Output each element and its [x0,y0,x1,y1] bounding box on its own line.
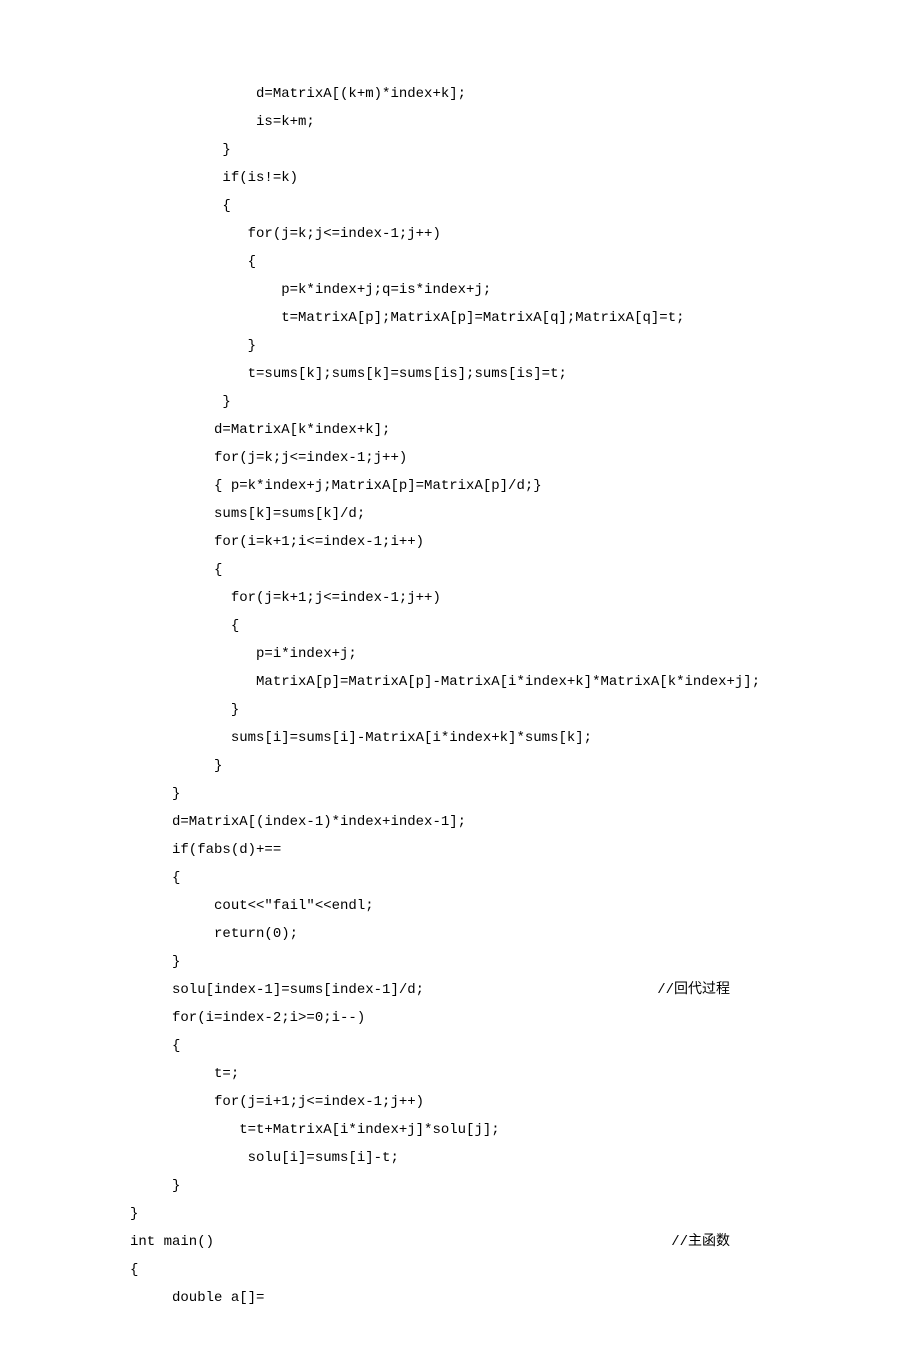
code-text: { [130,192,231,220]
code-line: if(fabs(d)+== [130,836,920,864]
code-line: p=i*index+j; [130,640,920,668]
code-text: { [130,556,222,584]
code-text: d=MatrixA[(index-1)*index+index-1]; [130,808,466,836]
code-line: for(j=k;j<=index-1;j++) [130,444,920,472]
code-line: int main() //主函数 [130,1228,920,1256]
code-line: for(i=index-2;i>=0;i--) [130,1004,920,1032]
code-line: for(j=i+1;j<=index-1;j++) [130,1088,920,1116]
code-line: { [130,248,920,276]
code-line: is=k+m; [130,108,920,136]
code-text: sums[i]=sums[i]-MatrixA[i*index+k]*sums[… [130,724,592,752]
code-text: t=sums[k];sums[k]=sums[is];sums[is]=t; [130,360,567,388]
code-text: } [130,388,231,416]
code-text: sums[k]=sums[k]/d; [130,500,365,528]
code-line: t=MatrixA[p];MatrixA[p]=MatrixA[q];Matri… [130,304,920,332]
code-text: MatrixA[p]=MatrixA[p]-MatrixA[i*index+k]… [130,668,760,696]
code-line: MatrixA[p]=MatrixA[p]-MatrixA[i*index+k]… [130,668,920,696]
code-line: if(is!=k) [130,164,920,192]
code-text: is=k+m; [130,108,315,136]
code-line: } [130,780,920,808]
code-text: } [130,136,231,164]
code-line: } [130,1172,920,1200]
code-text: t=t+MatrixA[i*index+j]*solu[j]; [130,1116,500,1144]
code-line: { [130,556,920,584]
code-line: return(0); [130,920,920,948]
code-line: d=MatrixA[(k+m)*index+k]; [130,80,920,108]
code-text: { [130,1032,180,1060]
code-text: p=k*index+j;q=is*index+j; [130,276,491,304]
code-text: { [130,612,239,640]
code-line: { [130,612,920,640]
code-text: for(j=i+1;j<=index-1;j++) [130,1088,424,1116]
code-text: for(j=k+1;j<=index-1;j++) [130,584,441,612]
code-line: sums[k]=sums[k]/d; [130,500,920,528]
code-line: { [130,1256,920,1284]
code-line: t=sums[k];sums[k]=sums[is];sums[is]=t; [130,360,920,388]
code-line: solu[i]=sums[i]-t; [130,1144,920,1172]
code-line: } [130,696,920,724]
code-line: } [130,388,920,416]
code-text: for(i=index-2;i>=0;i--) [130,1004,365,1032]
code-text: if(is!=k) [130,164,298,192]
code-text: t=; [130,1060,239,1088]
code-text: for(j=k;j<=index-1;j++) [130,444,407,472]
code-text: return(0); [130,920,298,948]
code-text: } [130,332,256,360]
code-line: } [130,752,920,780]
code-line: { [130,192,920,220]
code-text: if(fabs(d)+== [130,836,281,864]
code-line: double a[]= [130,1284,920,1312]
code-line: { p=k*index+j;MatrixA[p]=MatrixA[p]/d;} [130,472,920,500]
code-line: t=t+MatrixA[i*index+j]*solu[j]; [130,1116,920,1144]
code-text: solu[i]=sums[i]-t; [130,1144,399,1172]
code-comment: //主函数 [671,1228,920,1256]
code-line: d=MatrixA[(index-1)*index+index-1]; [130,808,920,836]
code-text: { [130,248,256,276]
code-line: { [130,864,920,892]
code-text: } [130,752,222,780]
code-text: t=MatrixA[p];MatrixA[p]=MatrixA[q];Matri… [130,304,685,332]
code-text: } [130,1172,180,1200]
code-text: { [130,864,180,892]
code-line: t=; [130,1060,920,1088]
code-line: for(j=k+1;j<=index-1;j++) [130,584,920,612]
code-text: } [130,780,180,808]
code-text: p=i*index+j; [130,640,357,668]
code-text: for(i=k+1;i<=index-1;i++) [130,528,424,556]
code-text: { p=k*index+j;MatrixA[p]=MatrixA[p]/d;} [130,472,542,500]
code-line: } [130,332,920,360]
code-text: for(j=k;j<=index-1;j++) [130,220,441,248]
code-line: p=k*index+j;q=is*index+j; [130,276,920,304]
code-text: d=MatrixA[k*index+k]; [130,416,390,444]
code-text: } [130,1200,138,1228]
code-line: d=MatrixA[k*index+k]; [130,416,920,444]
code-line: } [130,136,920,164]
code-text: solu[index-1]=sums[index-1]/d; [130,976,424,1004]
code-line: } [130,1200,920,1228]
code-line: { [130,1032,920,1060]
code-line: sums[i]=sums[i]-MatrixA[i*index+k]*sums[… [130,724,920,752]
code-line: for(i=k+1;i<=index-1;i++) [130,528,920,556]
code-text: cout<<"fail"<<endl; [130,892,374,920]
code-text: int main() [130,1228,214,1256]
code-text: d=MatrixA[(k+m)*index+k]; [130,80,466,108]
code-text: } [130,696,239,724]
code-line: solu[index-1]=sums[index-1]/d; //回代过程 [130,976,920,1004]
code-text: } [130,948,180,976]
code-comment: //回代过程 [657,976,920,1004]
code-document: d=MatrixA[(k+m)*index+k]; is=k+m; } if(i… [0,80,920,1312]
code-line: cout<<"fail"<<endl; [130,892,920,920]
code-line: for(j=k;j<=index-1;j++) [130,220,920,248]
code-line: } [130,948,920,976]
code-text: { [130,1256,138,1284]
code-text: double a[]= [130,1284,264,1312]
